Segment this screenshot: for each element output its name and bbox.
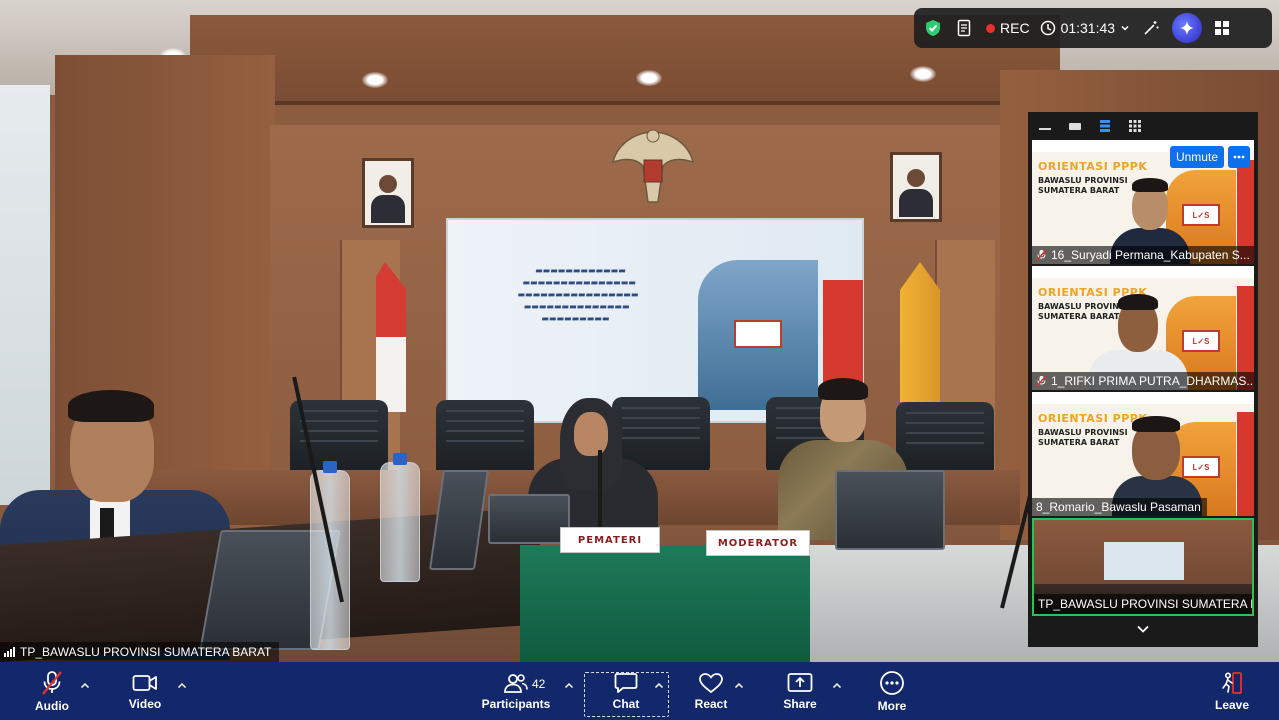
share-label: Share	[783, 696, 817, 711]
scroll-down-chevron-icon[interactable]	[1028, 616, 1258, 642]
react-options-caret-icon[interactable]	[732, 678, 746, 692]
virtual-background-logos	[1032, 392, 1254, 404]
participants-icon	[504, 673, 528, 693]
participant-count: 42	[532, 677, 546, 691]
water-bottle	[380, 453, 420, 582]
background-title: ORIENTASI PPPK	[1038, 160, 1148, 173]
speaker-view-icon[interactable]	[1067, 118, 1083, 134]
participant-name-label: 8_Romario_Bawaslu Pasaman	[1032, 498, 1207, 516]
ellipsis-icon	[1233, 155, 1245, 159]
participant-name-label: 16_Suryadi Permana_Kabupaten S...	[1032, 246, 1254, 264]
meeting-info-icon[interactable]	[954, 13, 976, 43]
encryption-shield-icon[interactable]	[922, 13, 944, 43]
more-ellipsis-icon	[880, 670, 904, 695]
unmute-button[interactable]: Unmute	[1169, 146, 1224, 168]
more-button[interactable]: More	[872, 662, 912, 720]
share-options-caret-icon[interactable]	[830, 678, 844, 692]
chair	[436, 400, 534, 474]
ceiling-light	[910, 66, 936, 82]
audio-options-caret-icon[interactable]	[78, 678, 92, 692]
muted-mic-icon	[1036, 375, 1047, 387]
participants-label: Participants	[481, 696, 551, 711]
chat-bubble-icon	[614, 672, 638, 693]
portrait-vice-president	[890, 152, 942, 222]
banner-building-image	[698, 260, 818, 410]
muted-microphone-icon	[42, 670, 62, 695]
participant-tile[interactable]: ORIENTASI PPPK BAWASLU PROVINSI SUMATERA …	[1032, 266, 1254, 390]
elapsed-time: 01:31:43	[1060, 20, 1116, 36]
more-label: More	[877, 698, 907, 713]
window	[0, 85, 50, 505]
video-button[interactable]: Video	[122, 662, 168, 720]
view-layout-icon[interactable]	[1212, 13, 1232, 43]
meeting-timer[interactable]: 01:31:43	[1040, 13, 1131, 43]
share-button[interactable]: Share	[780, 662, 820, 720]
participant-tile[interactable]: ORIENTASI PPPK BAWASLU PROVINSI SUMATERA …	[1032, 392, 1254, 516]
more-options-button[interactable]	[1228, 146, 1250, 168]
active-speaker-name: TP_BAWASLU PROVINSI SUMATERA BARAT	[20, 645, 272, 659]
audio-button[interactable]: Audio	[28, 662, 76, 720]
banner-text: ▬▬▬▬▬▬▬▬▬▬▬▬ ▬▬▬▬▬▬▬▬▬▬▬▬▬▬▬ ▬▬▬▬▬▬▬▬▬▬▬▬▬…	[517, 266, 639, 323]
muted-mic-icon	[1036, 249, 1047, 261]
background-red-stripe	[1237, 412, 1254, 516]
meeting-status-bar: REC 01:31:43	[914, 8, 1272, 48]
participants-options-caret-icon[interactable]	[562, 678, 576, 692]
sparkle-icon	[1180, 21, 1195, 35]
chevron-down-icon	[1121, 25, 1129, 31]
grid-view-icon[interactable]	[1127, 118, 1143, 134]
participant-name-label: 1_RIFKI PRIMA PUTRA_DHARMAS...	[1032, 372, 1254, 390]
active-speaker-label: TP_BAWASLU PROVINSI SUMATERA BARAT	[0, 642, 280, 662]
gallery-toolbar	[1028, 112, 1258, 140]
signal-strength-icon	[4, 647, 15, 657]
magic-wand-icon[interactable]	[1140, 13, 1162, 43]
react-label: React	[694, 696, 728, 711]
ai-companion-button[interactable]	[1172, 13, 1203, 43]
chat-options-caret-icon[interactable]	[652, 678, 666, 692]
recording-label: REC	[1000, 20, 1030, 36]
flag-indonesia	[376, 262, 406, 412]
leave-door-icon	[1222, 671, 1242, 694]
background-title: ORIENTASI PPPK	[1038, 412, 1148, 425]
ceiling-light	[636, 70, 662, 86]
event-banner: ▬▬▬▬▬▬▬▬▬▬▬▬ ▬▬▬▬▬▬▬▬▬▬▬▬▬▬▬ ▬▬▬▬▬▬▬▬▬▬▬▬▬…	[446, 218, 864, 423]
placard-moderator: MODERATOR	[706, 530, 810, 556]
flag-province	[900, 262, 940, 402]
video-options-caret-icon[interactable]	[175, 678, 189, 692]
chat-button[interactable]: Chat	[604, 662, 648, 720]
participant-tile-active-speaker[interactable]: TP_BAWASLU PROVINSI SUMATERA B...	[1032, 518, 1254, 616]
background-subtitle: BAWASLU PROVINSI SUMATERA BARAT	[1038, 428, 1128, 447]
audio-label: Audio	[35, 698, 69, 713]
participant-name-label: TP_BAWASLU PROVINSI SUMATERA B...	[1034, 594, 1252, 614]
gallery-panel: ORIENTASI PPPK BAWASLU PROVINSI SUMATERA …	[1028, 112, 1258, 647]
recording-dot-icon	[986, 23, 995, 33]
video-camera-icon	[132, 674, 157, 691]
background-subtitle: BAWASLU PROVINSI SUMATERA BARAT	[1038, 176, 1128, 195]
room-banner-thumbnail	[1104, 542, 1184, 580]
clock-icon	[1040, 20, 1055, 36]
leave-button[interactable]: Leave	[1212, 662, 1252, 720]
laptop	[488, 494, 570, 544]
react-button[interactable]: React	[690, 662, 732, 720]
garuda-emblem	[611, 129, 695, 203]
participants-button[interactable]: Participants	[482, 662, 550, 720]
chair	[896, 402, 994, 476]
heart-icon	[699, 672, 723, 693]
background-subtitle: BAWASLU PROVINSI SUMATERA BARAT	[1038, 302, 1128, 321]
front-table	[520, 545, 820, 662]
participant-tile[interactable]: ORIENTASI PPPK BAWASLU PROVINSI SUMATERA …	[1032, 140, 1254, 264]
ceiling-light	[362, 72, 388, 88]
water-bottle	[310, 461, 350, 650]
portrait-president	[362, 158, 414, 228]
leave-label: Leave	[1214, 697, 1250, 712]
minimize-view-icon[interactable]	[1037, 118, 1053, 134]
strip-view-icon[interactable]	[1097, 118, 1113, 134]
placard-presenter: PEMATERI	[560, 527, 660, 553]
video-label: Video	[128, 696, 162, 711]
recording-indicator[interactable]: REC	[986, 13, 1030, 43]
chat-label: Chat	[612, 696, 640, 711]
virtual-background-logos	[1032, 266, 1254, 278]
share-screen-icon	[787, 672, 813, 692]
meeting-toolbar: Audio Video Participants 42 Chat React S…	[0, 662, 1279, 720]
laptop	[835, 470, 945, 550]
